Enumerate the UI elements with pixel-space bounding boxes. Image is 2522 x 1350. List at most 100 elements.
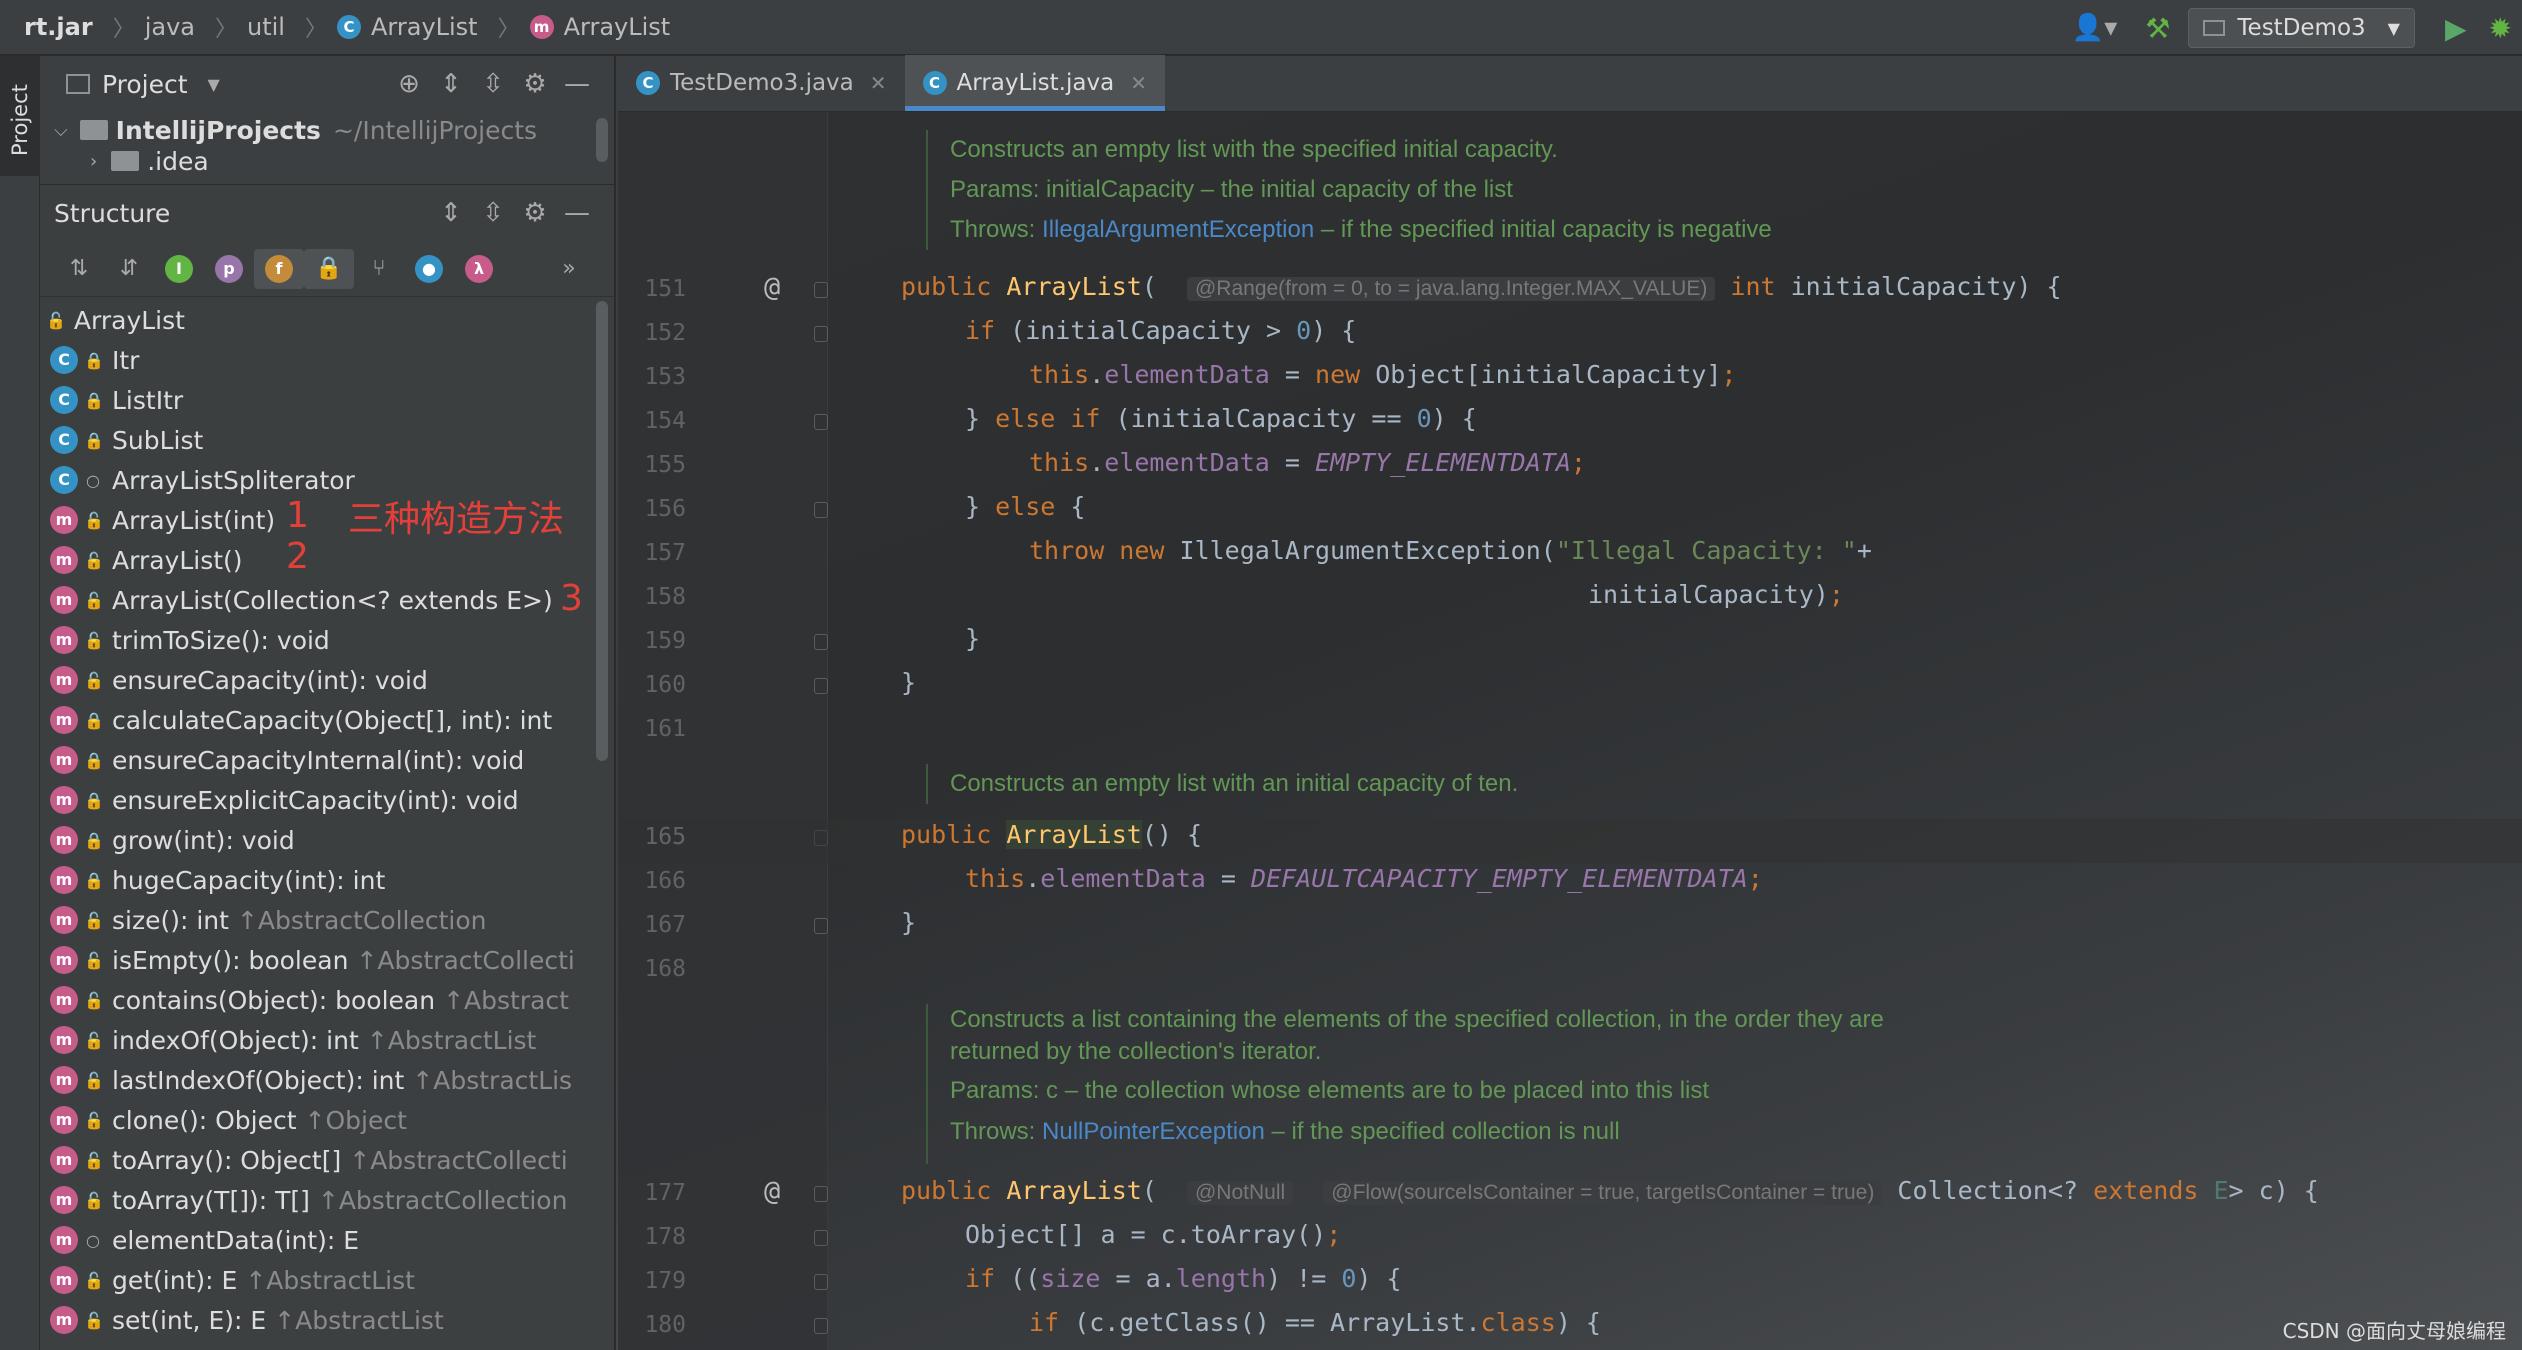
method-icon: m <box>529 15 554 39</box>
javadoc-block: Constructs an empty list with an initial… <box>926 764 1518 804</box>
close-icon[interactable]: ✕ <box>870 71 887 95</box>
sort-alphabetically-icon[interactable]: ⇵ <box>104 249 154 289</box>
tree-item-root[interactable]: ⌵ IntellijProjects ~/IntellijProjects <box>40 112 614 148</box>
code-editor[interactable]: 1511521531541551561571581591601611651661… <box>618 112 2522 1350</box>
gear-icon[interactable]: ⚙ <box>514 69 556 99</box>
line-number: 151 <box>644 276 686 302</box>
public-visibility-icon: 🔓 <box>84 1190 104 1210</box>
structure-item[interactable]: m 🔓 contains(Object): boolean ↑Abstract <box>40 980 600 1020</box>
breadcrumb-class[interactable]: ArrayList <box>371 13 478 41</box>
structure-item[interactable]: m 🔓 clone(): Object ↑Object <box>40 1100 600 1140</box>
show-properties-icon[interactable]: p <box>204 249 254 289</box>
line-number: 179 <box>644 1268 686 1294</box>
more-icon[interactable]: » <box>544 249 594 289</box>
tab-label: TestDemo3.java <box>670 70 854 96</box>
breadcrumb-method[interactable]: ArrayList <box>564 13 671 41</box>
exception-link[interactable]: IllegalArgumentException <box>1042 216 1314 243</box>
line-number: 159 <box>644 628 686 654</box>
tree-item-idea[interactable]: › .idea <box>40 148 614 174</box>
run-icon[interactable]: ▶ <box>2445 12 2467 45</box>
show-inherited-icon[interactable]: I <box>154 249 204 289</box>
breadcrumb-package-java[interactable]: java <box>145 13 195 41</box>
fold-marker-icon[interactable] <box>814 1230 828 1246</box>
structure-item[interactable]: m 🔓 ensureCapacity(int): void <box>40 660 600 700</box>
fold-marker-icon[interactable] <box>814 502 828 518</box>
structure-item[interactable]: m 🔓 get(int): E ↑AbstractList <box>40 1260 600 1300</box>
structure-item[interactable]: m 🔓 lastIndexOf(Object): int ↑AbstractLis <box>40 1060 600 1100</box>
build-hammer-icon[interactable]: ⚒ <box>2145 12 2170 45</box>
private-visibility-icon: 🔒 <box>84 870 104 890</box>
user-icon[interactable]: 👤▾ <box>2072 13 2117 43</box>
locate-icon[interactable]: ⊕ <box>388 69 430 99</box>
lambda-icon[interactable]: λ <box>454 249 504 289</box>
exception-link[interactable]: NullPointerException <box>1042 1118 1265 1145</box>
expand-all-icon[interactable]: ⇕ <box>430 69 472 99</box>
structure-item[interactable]: m 🔓 ArrayList() <box>40 540 600 580</box>
fold-marker-icon[interactable] <box>814 282 828 298</box>
collapse-all-icon[interactable]: ⇳ <box>472 69 514 99</box>
structure-item-label: size(): int <box>112 905 229 935</box>
show-fields-icon[interactable]: f <box>254 248 304 289</box>
structure-item[interactable]: m 🔓 ArrayList(Collection<? extends E>) <box>40 580 600 620</box>
structure-item[interactable]: C 🔒 ListItr <box>40 380 600 420</box>
fold-marker-icon[interactable] <box>814 678 828 694</box>
expand-all-icon[interactable]: ⇕ <box>430 198 472 228</box>
structure-item[interactable]: m 🔓 trimToSize(): void <box>40 620 600 660</box>
structure-item-inherited: ↑Object <box>304 1105 407 1135</box>
inlay-hint-flow: @Flow(sourceIsContainer = true, targetIs… <box>1323 1181 1883 1205</box>
show-non-public-icon[interactable]: 🔒 <box>304 248 354 289</box>
close-icon[interactable]: ✕ <box>1130 71 1147 95</box>
structure-item[interactable]: m 🔓 toArray(T[]): T[] ↑AbstractCollection <box>40 1180 600 1220</box>
minimize-icon[interactable]: — <box>556 198 598 228</box>
structure-item[interactable]: m ○ elementData(int): E <box>40 1220 600 1260</box>
watermark: CSDN @面向丈母娘编程 <box>2282 1319 2506 1343</box>
structure-item[interactable]: C 🔒 Itr <box>40 340 600 380</box>
structure-item[interactable]: m 🔓 indexOf(Object): int ↑AbstractList <box>40 1020 600 1060</box>
structure-item[interactable]: m 🔓 size(): int ↑AbstractCollection <box>40 900 600 940</box>
fold-marker-icon[interactable] <box>814 1318 828 1334</box>
breadcrumb-jar[interactable]: rt.jar <box>24 13 93 41</box>
structure-item[interactable]: m 🔒 calculateCapacity(Object[], int): int <box>40 700 600 740</box>
fold-marker-icon[interactable] <box>814 1274 828 1290</box>
collapse-all-icon[interactable]: ⇳ <box>472 198 514 228</box>
tab-arraylist[interactable]: C ArrayList.java ✕ <box>904 55 1166 111</box>
throws-label: Throws: <box>950 1118 1036 1145</box>
tab-testdemo3[interactable]: C TestDemo3.java ✕ <box>618 55 905 111</box>
structure-item[interactable]: m 🔓 toArray(): Object[] ↑AbstractCollecti <box>40 1140 600 1180</box>
annotation-gutter-icon[interactable]: @ <box>764 1176 780 1207</box>
fold-marker-icon[interactable] <box>814 918 828 934</box>
breadcrumb-package-util[interactable]: util <box>247 13 285 41</box>
fold-marker-icon[interactable] <box>814 326 828 342</box>
structure-root[interactable]: 🔓 ArrayList <box>40 300 600 340</box>
minimize-icon[interactable]: — <box>556 69 598 99</box>
annotation-three: 3 <box>560 578 583 619</box>
structure-item[interactable]: C 🔒 SubList <box>40 420 600 460</box>
annotation-gutter-icon[interactable]: @ <box>764 272 780 303</box>
code-line-151: public ArrayList( @Range(from = 0, to = … <box>901 272 2062 301</box>
structure-item[interactable]: m 🔒 grow(int): void <box>40 820 600 860</box>
structure-item[interactable]: m 🔒 hugeCapacity(int): int <box>40 860 600 900</box>
scrollbar[interactable] <box>596 118 608 162</box>
fold-marker-icon[interactable] <box>814 634 828 650</box>
autoscroll-icon[interactable]: ● <box>404 249 454 289</box>
project-view-icon <box>66 74 90 94</box>
project-tool-tab[interactable]: Project <box>0 56 40 176</box>
structure-item[interactable]: m 🔒 ensureCapacityInternal(int): void <box>40 740 600 780</box>
run-configuration-select[interactable]: TestDemo3 ▼ <box>2188 8 2415 48</box>
structure-item-inherited: ↑Abstract <box>443 985 569 1015</box>
sort-by-visibility-icon[interactable]: ⇅ <box>54 249 104 289</box>
public-visibility-icon: 🔓 <box>84 990 104 1010</box>
structure-item[interactable]: m 🔒 ensureExplicitCapacity(int): void <box>40 780 600 820</box>
structure-item[interactable]: m 🔓 set(int, E): E ↑AbstractList <box>40 1300 600 1340</box>
class-icon: C <box>50 386 78 414</box>
show-lambdas-branch-icon[interactable]: ⑂ <box>354 249 404 289</box>
fold-marker-icon[interactable] <box>814 414 828 430</box>
project-panel-title[interactable]: Project <box>102 70 188 99</box>
scrollbar[interactable] <box>596 301 608 761</box>
fold-marker-icon[interactable] <box>814 1186 828 1202</box>
gear-icon[interactable]: ⚙ <box>514 198 556 228</box>
debug-icon[interactable]: ✹ <box>2489 12 2512 45</box>
chevron-down-icon[interactable]: ▼ <box>208 75 220 94</box>
structure-item[interactable]: m 🔓 isEmpty(): boolean ↑AbstractCollecti <box>40 940 600 980</box>
class-icon: C <box>922 71 947 95</box>
